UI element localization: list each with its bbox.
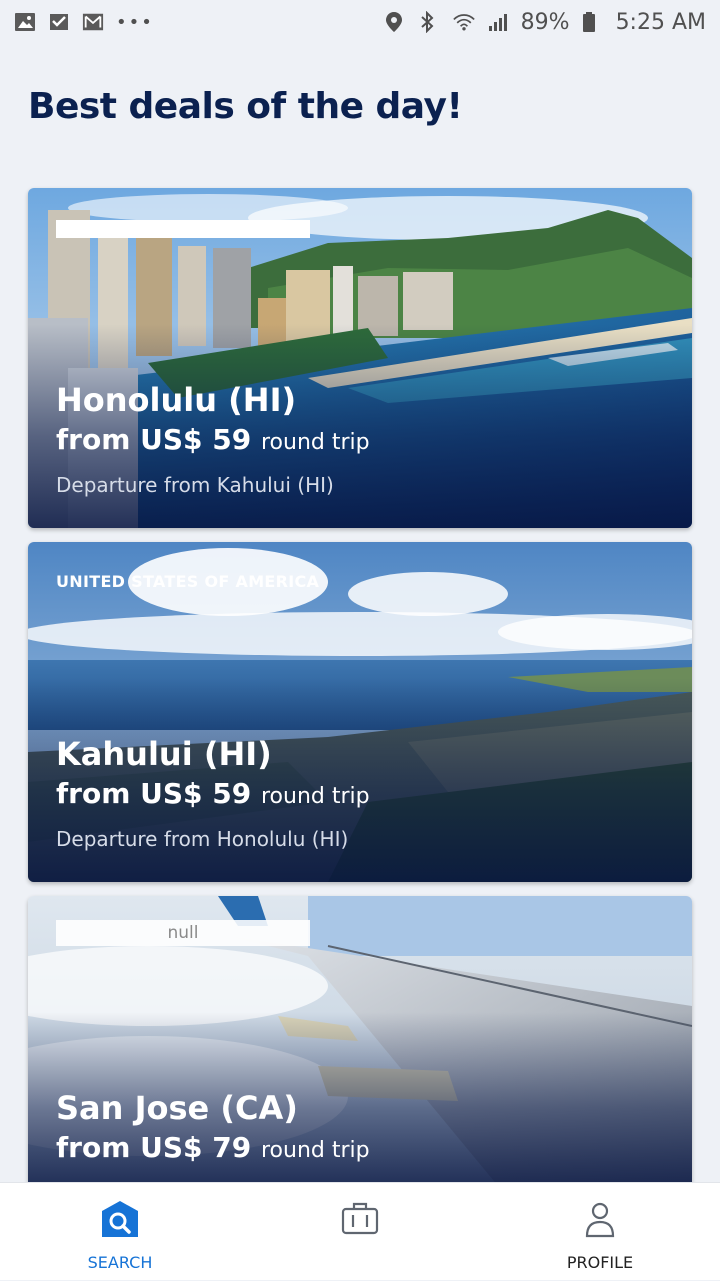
deal-price: from US$ 59 round trip [56, 774, 370, 817]
battery-percent: 89% [520, 9, 570, 35]
card-text: Kahului (HI) from US$ 59 round trip Depa… [56, 734, 370, 851]
person-icon [580, 1199, 620, 1239]
price-suffix: round trip [261, 1138, 370, 1163]
battery-icon [582, 11, 604, 33]
departure-info: Departure from Kahului (HI) [56, 473, 334, 497]
card-text: San Jose (CA) from US$ 79 round trip [56, 1088, 370, 1171]
card-tag-bar [56, 220, 310, 238]
bluetooth-icon [419, 11, 441, 33]
nav-trips[interactable] [280, 1183, 440, 1281]
status-bar: ••• 89% 5:25 AM [0, 0, 720, 44]
nav-search-label: SEARCH [87, 1253, 153, 1272]
mail-icon [82, 11, 104, 33]
deal-card-san-jose[interactable]: null San Jose (CA) from US$ 79 round tri… [28, 896, 692, 1186]
price-value: from US$ 59 [56, 777, 252, 810]
page-title: Best deals of the day! [28, 86, 463, 127]
nav-search[interactable]: SEARCH [40, 1183, 200, 1281]
clock: 5:25 AM [615, 9, 706, 35]
signal-icon [487, 11, 509, 33]
deal-price: from US$ 79 round trip [56, 1128, 370, 1171]
deal-card-kahului[interactable]: UNITED STATES OF AMERICA Kahului (HI) fr… [28, 542, 692, 882]
price-suffix: round trip [261, 784, 370, 809]
destination-city: San Jose (CA) [56, 1089, 298, 1127]
suitcase-icon [340, 1199, 380, 1239]
nav-profile-label: PROFILE [566, 1253, 634, 1272]
bottom-navigation: SEARCH PROFILE [0, 1182, 720, 1280]
system-icons: 89% 5:25 AM [385, 10, 706, 35]
departure-info: Departure from Honolulu (HI) [56, 827, 349, 851]
price-value: from US$ 59 [56, 423, 252, 456]
destination-city: Kahului (HI) [56, 735, 272, 773]
checklist-icon [48, 11, 70, 33]
destination-city: Honolulu (HI) [56, 381, 297, 419]
more-notifications-icon: ••• [116, 11, 154, 33]
deal-card-honolulu[interactable]: Honolulu (HI) from US$ 59 round trip Dep… [28, 188, 692, 528]
card-tag: null [56, 920, 310, 946]
price-suffix: round trip [261, 430, 370, 455]
wifi-icon [452, 11, 475, 33]
deal-price: from US$ 59 round trip [56, 420, 370, 463]
image-icon [14, 11, 36, 33]
nav-profile[interactable]: PROFILE [520, 1183, 680, 1281]
price-value: from US$ 79 [56, 1131, 252, 1164]
notification-icons: ••• [14, 11, 154, 33]
search-icon [100, 1199, 140, 1239]
location-icon [385, 11, 407, 33]
country-label: UNITED STATES OF AMERICA [56, 572, 320, 591]
card-text: Honolulu (HI) from US$ 59 round trip Dep… [56, 380, 370, 497]
